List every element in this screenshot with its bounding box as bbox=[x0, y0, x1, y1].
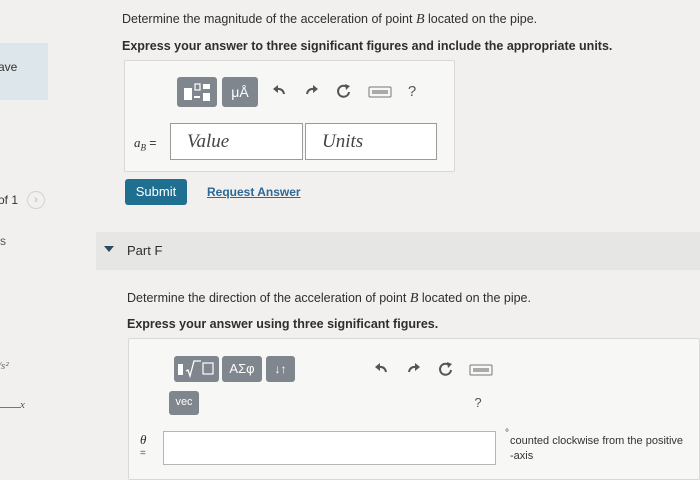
chevron-right-icon[interactable]: › bbox=[27, 191, 45, 209]
redo-icon[interactable] bbox=[405, 361, 423, 381]
axis-label: x bbox=[20, 399, 25, 411]
direction-description: counted clockwise from the positive -axi… bbox=[510, 435, 684, 462]
reset-icon[interactable] bbox=[437, 361, 455, 381]
sort-arrows-button[interactable]: ↓↑ bbox=[266, 356, 295, 382]
degree-symbol: ° bbox=[505, 428, 509, 439]
part-f-question: Determine the direction of the accelerat… bbox=[127, 291, 531, 306]
redo-icon[interactable] bbox=[303, 83, 321, 103]
greek-button[interactable]: ΑΣφ bbox=[222, 356, 262, 382]
toolbar-e: μÅ ? bbox=[177, 77, 433, 110]
equals-label: = bbox=[140, 448, 146, 459]
part-f-header[interactable] bbox=[96, 232, 700, 270]
templates-button-f[interactable] bbox=[174, 356, 219, 382]
undo-icon[interactable] bbox=[270, 83, 288, 103]
undo-icon[interactable] bbox=[372, 361, 390, 381]
part-e-question: Determine the magnitude of the accelerat… bbox=[122, 12, 538, 27]
units-symbol-button[interactable]: μÅ bbox=[222, 77, 258, 107]
sidebar-tab[interactable]: ave bbox=[0, 43, 48, 100]
sidebar-axis: x bbox=[0, 399, 26, 414]
templates-icon bbox=[184, 83, 210, 101]
part-e-instruction: Express your answer to three significant… bbox=[122, 39, 613, 53]
collapse-triangle-icon[interactable] bbox=[104, 246, 114, 252]
part-f-instruction: Express your answer using three signific… bbox=[127, 317, 439, 331]
part-f-title: Part F bbox=[127, 243, 163, 258]
sidebar-unit-label: /s² bbox=[0, 360, 9, 372]
submit-button[interactable]: Submit bbox=[125, 179, 187, 205]
value-input[interactable]: Value bbox=[170, 123, 303, 160]
help-icon[interactable]: ? bbox=[404, 83, 420, 100]
templates-sqrt-icon bbox=[178, 360, 214, 379]
templates-button[interactable] bbox=[177, 77, 217, 107]
theta-label: θ bbox=[140, 432, 147, 447]
help-icon[interactable]: ? bbox=[470, 395, 486, 410]
sidebar-tab-label: ave bbox=[0, 60, 18, 74]
keyboard-icon[interactable] bbox=[468, 363, 494, 381]
keyboard-icon[interactable] bbox=[367, 85, 393, 103]
request-answer-link[interactable]: Request Answer bbox=[207, 185, 301, 199]
vec-button[interactable]: vec bbox=[169, 391, 199, 415]
units-input[interactable]: Units bbox=[305, 123, 437, 160]
reset-icon[interactable] bbox=[335, 83, 353, 103]
sidebar-s-label: s bbox=[0, 234, 6, 248]
page-fraction: of 1 bbox=[0, 193, 19, 207]
angle-input[interactable] bbox=[163, 431, 496, 465]
axis-line bbox=[0, 407, 20, 408]
variable-label-aB: aB = bbox=[134, 135, 157, 153]
